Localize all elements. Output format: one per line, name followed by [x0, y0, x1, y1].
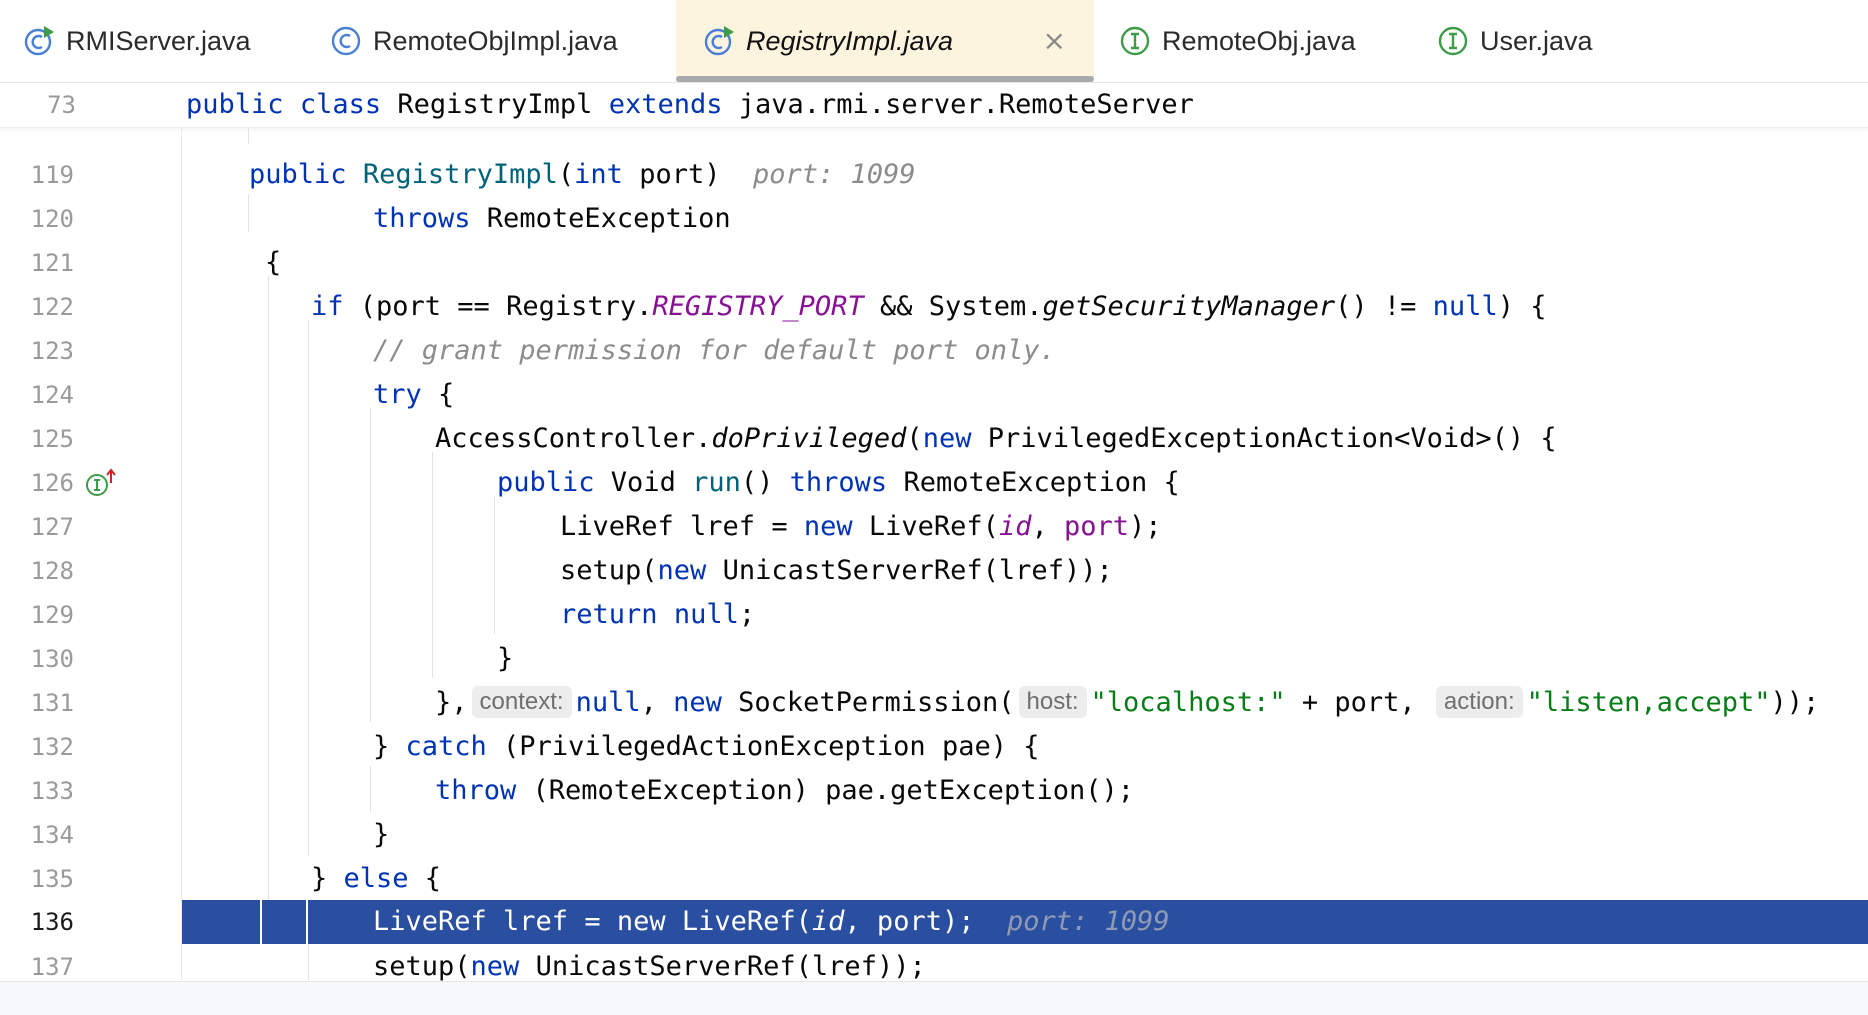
code-line[interactable]: 135 } else { — [0, 857, 1868, 901]
code-line[interactable]: 130 } — [0, 637, 1868, 681]
code-line[interactable]: 128 setup(new UnicastServerRef(lref)); — [0, 549, 1868, 593]
line-number: 121 — [30, 249, 74, 277]
code-text: throws RemoteException — [373, 203, 731, 234]
parameter-hint: host: — [1018, 686, 1087, 718]
code-line[interactable]: 134 } — [0, 813, 1868, 857]
code-text: throw (RemoteException) pae.getException… — [435, 775, 1134, 806]
bottom-panel-edge — [0, 981, 1868, 1015]
code-text: AccessController.doPrivileged(new Privil… — [435, 423, 1557, 454]
code-line[interactable]: 131 }, context: null, new SocketPermission… — [0, 681, 1868, 725]
code-line[interactable]: 119 public RegistryImpl(int port) port: … — [0, 153, 1868, 197]
code-text: } — [497, 643, 514, 674]
line-number: 124 — [30, 381, 74, 409]
inline-debug-value: port: 1099 — [1006, 906, 1170, 937]
parameter-hint: context: — [471, 686, 572, 718]
code-text: } catch (PrivilegedActionException pae) … — [373, 731, 1040, 762]
code-text: setup(new UnicastServerRef(lref)); — [560, 555, 1113, 586]
line-number: 134 — [30, 821, 74, 849]
indent-guide — [248, 128, 249, 144]
code-line[interactable]: 127 LiveRef lref = new LiveRef(id, port)… — [0, 505, 1868, 549]
code-comment: // grant permission for default port onl… — [373, 335, 1056, 366]
code-text: try { — [373, 379, 455, 410]
code-line[interactable]: 129 return null; — [0, 593, 1868, 637]
line-number: 135 — [30, 865, 74, 893]
code-text: } else { — [311, 863, 442, 894]
line-number: 130 — [30, 645, 74, 673]
code-text: public RegistryImpl(int port) port: 1099 — [249, 159, 916, 190]
code-text: if (port == Registry.REGISTRY_PORT && Sy… — [311, 291, 1547, 322]
line-number: 131 — [30, 689, 74, 717]
parameter-hint: action: — [1435, 686, 1523, 718]
code-text: { — [265, 247, 282, 278]
line-number: 126 — [30, 469, 74, 497]
code-editor[interactable]: 119 public RegistryImpl(int port) port: … — [0, 0, 1868, 1014]
code-line[interactable]: 122 if (port == Registry.REGISTRY_PORT &… — [0, 285, 1868, 329]
code-line[interactable]: 132 } catch (PrivilegedActionException p… — [0, 725, 1868, 769]
code-line[interactable]: 133 throw (RemoteException) pae.getExcep… — [0, 769, 1868, 813]
implements-method-icon[interactable] — [84, 467, 118, 499]
code-text: return null; — [560, 599, 756, 630]
line-number: 129 — [30, 601, 74, 629]
line-number: 120 — [30, 205, 74, 233]
code-text: LiveRef lref = new LiveRef(id, port); — [560, 511, 1162, 542]
execution-point-line[interactable]: 136 LiveRef lref = new LiveRef(id, port)… — [0, 900, 1868, 944]
indent-guide — [306, 900, 308, 944]
indent-guide — [260, 900, 262, 944]
code-line[interactable]: 126 public Void run() throws RemoteExcep… — [0, 461, 1868, 505]
inline-debug-value: port: 1099 — [753, 159, 916, 190]
line-number: 119 — [30, 161, 74, 189]
code-text: LiveRef lref = new LiveRef(id, port); po… — [373, 906, 1170, 937]
code-text: }, context: null, new SocketPermission(hos… — [435, 686, 1820, 718]
line-number: 133 — [30, 777, 74, 805]
code-text: public Void run() throws RemoteException… — [497, 467, 1180, 498]
line-number: 132 — [30, 733, 74, 761]
line-number: 123 — [30, 337, 74, 365]
line-number: 128 — [30, 557, 74, 585]
code-line[interactable]: 121 { — [0, 241, 1868, 285]
line-number: 125 — [30, 425, 74, 453]
code-line[interactable]: 120 throws RemoteException — [0, 197, 1868, 241]
code-line[interactable]: 124 try { — [0, 373, 1868, 417]
code-text: } — [373, 819, 390, 850]
code-line[interactable]: 125 AccessController.doPrivileged(new Pr… — [0, 417, 1868, 461]
line-number: 127 — [30, 513, 74, 541]
line-number: 136 — [30, 908, 74, 936]
line-number: 122 — [30, 293, 74, 321]
code-line[interactable]: 123 // grant permission for default port… — [0, 329, 1868, 373]
